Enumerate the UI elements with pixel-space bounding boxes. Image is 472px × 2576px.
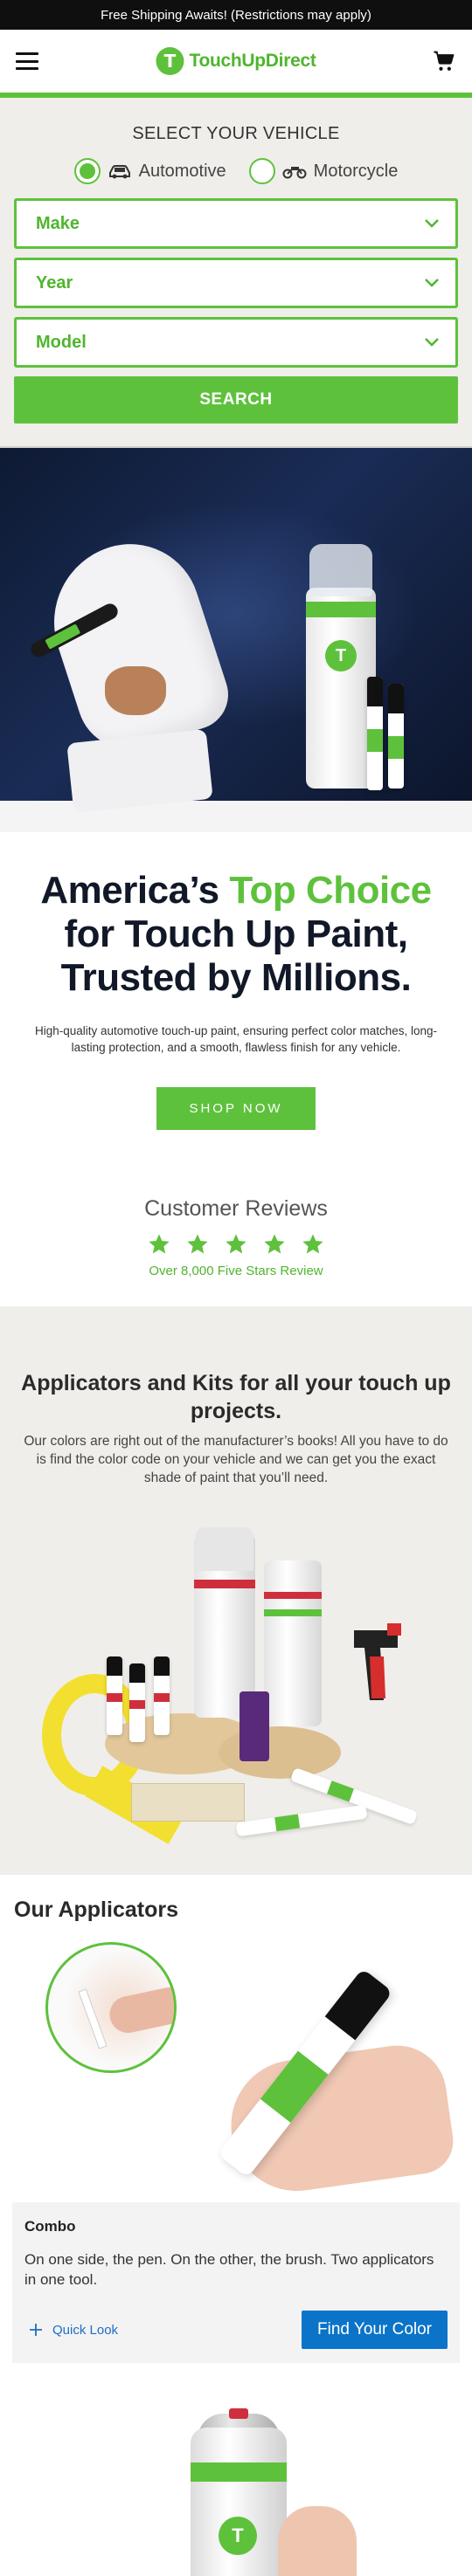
kit-touchup-pen — [129, 1663, 145, 1742]
chevron-down-icon — [425, 219, 439, 228]
product-card-combo: Combo On one side, the pen. On the other… — [12, 2202, 460, 2363]
brush-detail-inset — [45, 1942, 177, 2073]
make-select-label: Make — [36, 213, 80, 233]
headline-accent: Top Choice — [229, 869, 432, 912]
chevron-down-icon — [425, 279, 439, 287]
chevron-down-icon — [425, 338, 439, 347]
logo-text: TouchUpDirect — [189, 51, 316, 71]
customer-reviews: Customer Reviews Over 8,000 Five Stars R… — [0, 1165, 472, 1306]
hand-holding-can — [278, 2506, 357, 2576]
vehicle-type-radios: Automotive Motorcycle — [14, 158, 458, 184]
hero-touchup-pen — [388, 684, 404, 789]
quick-look-link[interactable]: Quick Look — [24, 2322, 118, 2338]
spray-can-trigger-grip — [354, 1623, 401, 1700]
radio-label-motorcycle: Motorcycle — [313, 161, 399, 181]
shop-now-button[interactable]: SHOP NOW — [156, 1087, 316, 1130]
announcement-text: Free Shipping Awaits! (Restrictions may … — [101, 7, 371, 23]
hamburger-icon[interactable] — [16, 52, 38, 70]
hero-glove-cuff — [66, 728, 213, 814]
star-icon — [264, 1234, 285, 1254]
kits-description: Our colors are right out of the manufact… — [24, 1434, 448, 1485]
radio-circle-unselected[interactable] — [248, 158, 275, 184]
kits-section: Applicators and Kits for all your touch … — [0, 1306, 472, 1875]
can-label-band — [191, 2462, 287, 2482]
selector-title: SELECT YOUR VEHICLE — [132, 124, 340, 143]
hero-spray-can: T — [306, 544, 376, 789]
cart-icon[interactable] — [432, 49, 456, 73]
hero-can-logo-mark: T — [325, 640, 357, 672]
reviews-count[interactable]: Over 8,000 Five Stars Review — [0, 1264, 472, 1278]
applicators-section: Our Applicators Combo On one side, the p… — [0, 1875, 472, 2384]
can-logo-mark: T — [219, 2517, 257, 2555]
kits-title: Applicators and Kits for all your touch … — [21, 1371, 451, 1423]
waterborne-can-image: T — [0, 2384, 472, 2576]
product-card-description: On one side, the pen. On the other, the … — [24, 2251, 434, 2288]
radio-circle-selected[interactable] — [73, 158, 101, 184]
kit-spray-can-basecoat — [194, 1527, 255, 1718]
year-select-label: Year — [36, 272, 73, 293]
plus-icon — [30, 2324, 42, 2336]
headline-part-2: for Touch Up Paint, Trusted by Millions. — [60, 913, 412, 999]
hero-description: High-quality automotive touch-up paint, … — [35, 1024, 437, 1054]
kit-spray-can-clearcoat — [264, 1560, 322, 1726]
hero-touchup-pen — [367, 677, 383, 790]
radio-motorcycle[interactable]: Motorcycle — [248, 158, 399, 184]
applicators-title: Our Applicators — [14, 1898, 178, 1922]
kit-paint-pen-lying — [235, 1804, 368, 1837]
kit-touchup-pen — [107, 1656, 122, 1735]
make-select[interactable]: Make — [14, 198, 458, 249]
product-card-title: Combo — [24, 2218, 76, 2235]
star-icon — [226, 1234, 246, 1254]
radio-automotive[interactable]: Automotive — [73, 158, 226, 184]
hero-headline: America’s Top Choice for Touch Up Paint,… — [21, 869, 451, 1000]
reviews-title: Customer Reviews — [144, 1196, 328, 1221]
find-your-color-button[interactable]: Find Your Color — [302, 2311, 448, 2349]
hero-image: T — [0, 446, 472, 832]
announcement-bar: Free Shipping Awaits! (Restrictions may … — [0, 0, 472, 30]
site-logo[interactable]: T TouchUpDirect — [156, 47, 316, 75]
bulldog-mascot-image — [105, 666, 166, 715]
wood-display-stand — [219, 1726, 341, 1779]
motorcycle-icon — [282, 167, 307, 179]
hero-headline-section: America’s Top Choice for Touch Up Paint,… — [0, 832, 472, 1165]
kit-touchup-pen — [154, 1656, 170, 1735]
model-select-label: Model — [36, 332, 87, 352]
star-icon — [187, 1234, 208, 1254]
star-rating — [0, 1232, 472, 1257]
radio-label-automotive: Automotive — [138, 161, 226, 181]
logo-mark: T — [156, 47, 184, 75]
model-select[interactable]: Model — [14, 317, 458, 368]
scratch-filler-tube — [239, 1691, 269, 1761]
can-nozzle — [229, 2408, 248, 2419]
star-icon — [302, 1234, 323, 1254]
combo-applicator-image[interactable] — [12, 1932, 460, 2202]
year-select[interactable]: Year — [14, 258, 458, 308]
search-button[interactable]: SEARCH — [14, 376, 458, 424]
car-icon — [108, 165, 130, 179]
headline-part-1: America’s — [40, 869, 230, 912]
vehicle-selector: SELECT YOUR VEHICLE Automotive Motorcycl… — [0, 98, 472, 446]
star-icon — [149, 1234, 170, 1254]
sandpaper-pack — [131, 1783, 245, 1822]
site-header: T TouchUpDirect — [0, 30, 472, 93]
product-card-actions: Quick Look Find Your Color — [24, 2311, 448, 2349]
kits-product-image — [0, 1508, 472, 1875]
quick-look-label: Quick Look — [52, 2322, 119, 2338]
